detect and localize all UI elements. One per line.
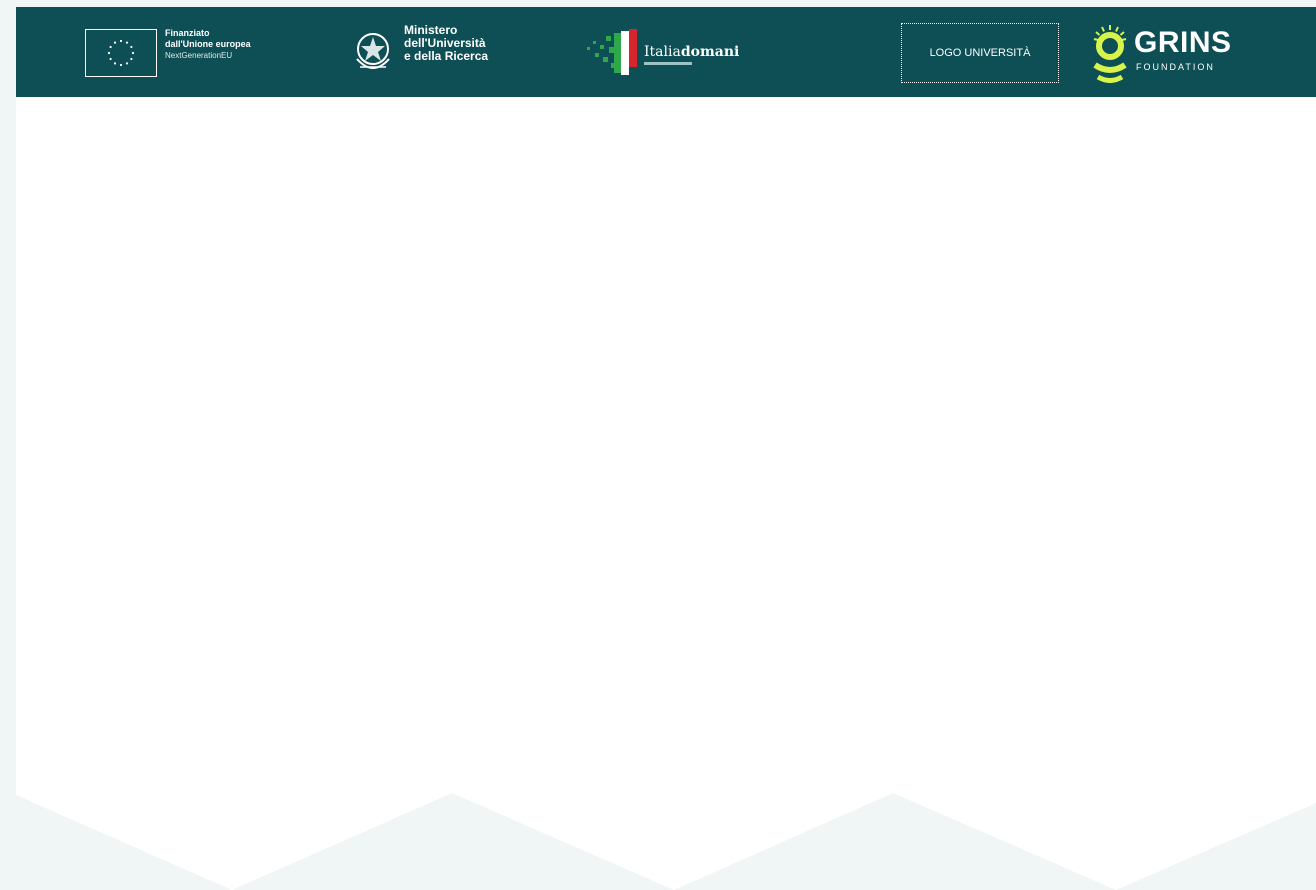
eu-line-2: dall'Unione europea [165,39,251,49]
italian-emblem-icon [351,27,395,75]
italian-flag-icon [581,27,643,79]
eu-line-1: Finanziato [165,28,210,38]
grins-subtitle: FOUNDATION [1136,62,1215,72]
header-banner: Finanziato dall'Unione europea NextGener… [16,7,1316,97]
eu-line-3: NextGenerationEU [165,51,233,60]
grins-title: GRINS [1134,26,1232,59]
italia-word: Italia [644,44,681,60]
university-logo-placeholder: LOGO UNIVERSITÀ [901,23,1059,83]
ministry-line-3: e della Ricerca [404,49,489,63]
page-canvas: Finanziato dall'Unione europea NextGener… [16,7,1316,890]
ministry-text: Ministero dell'Università e della Ricerc… [404,24,534,63]
university-logo-label: LOGO UNIVERSITÀ [929,47,1031,59]
eu-flag-icon [85,29,157,77]
italia-domani-wordmark: Italiadomani [644,44,739,60]
italia-domani-tagline-mark [644,62,692,65]
domani-word: domani [680,44,740,60]
grins-sun-icon [1093,23,1127,83]
eu-funding-text: Finanziato dall'Unione europea NextGener… [165,28,315,61]
